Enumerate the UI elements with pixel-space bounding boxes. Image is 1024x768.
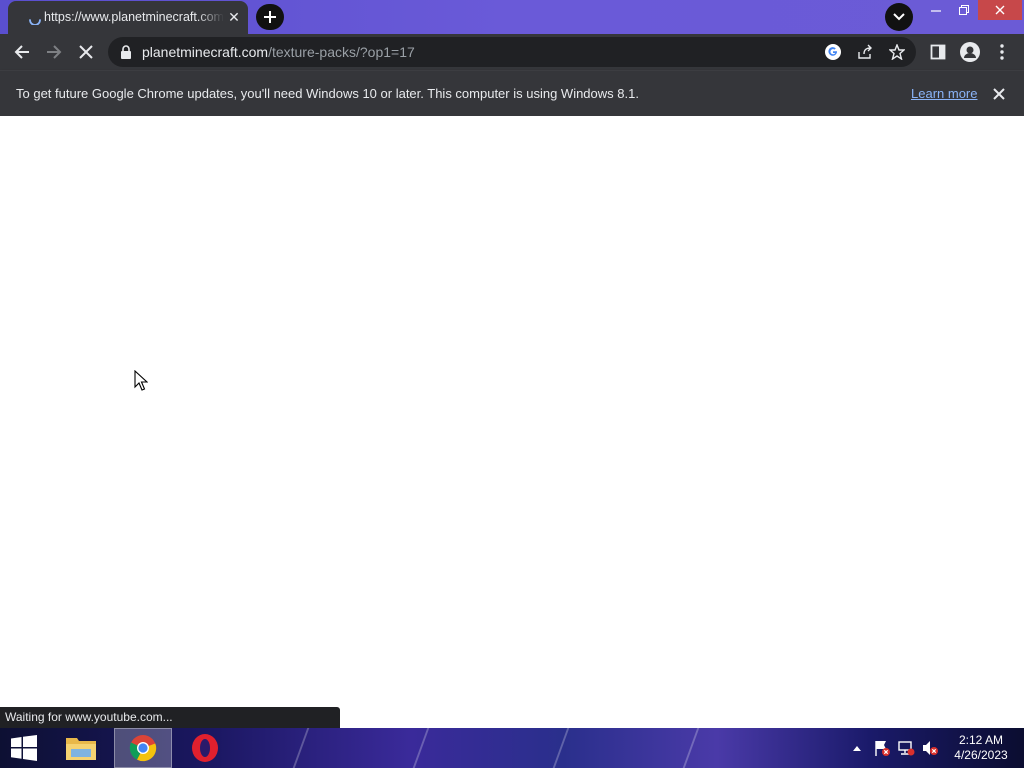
tab-strip: https://www.planetminecraft.com/texture-… <box>0 0 1024 34</box>
side-panel-button[interactable] <box>924 38 952 66</box>
page-content[interactable] <box>0 116 1024 728</box>
restore-button[interactable] <box>950 0 978 20</box>
loading-spinner-icon <box>29 19 41 25</box>
restore-icon <box>959 5 969 15</box>
chevron-up-icon <box>853 746 861 751</box>
opera-icon <box>192 734 218 762</box>
wallpaper-streak <box>292 728 310 768</box>
chevron-down-icon <box>893 13 905 21</box>
back-arrow-icon <box>14 45 29 59</box>
mouse-cursor-icon <box>134 370 148 391</box>
infobar-message: To get future Google Chrome updates, you… <box>16 86 639 101</box>
clock-date: 4/26/2023 <box>954 748 1008 762</box>
close-icon <box>995 5 1005 15</box>
stop-loading-icon <box>79 45 93 59</box>
tab-title: https://www.planetminecraft.com/texture-… <box>44 10 224 24</box>
status-bubble: Waiting for www.youtube.com... <box>0 707 340 728</box>
action-center-flag[interactable] <box>872 728 892 768</box>
wallpaper-streak <box>682 728 700 768</box>
share-icon <box>858 44 872 59</box>
google-icon <box>825 44 841 60</box>
learn-more-link[interactable]: Learn more <box>911 86 977 101</box>
stop-button[interactable] <box>72 38 100 66</box>
tab-search-button[interactable] <box>885 3 913 31</box>
bookmark-button[interactable] <box>886 41 908 63</box>
taskbar-opera[interactable] <box>176 728 234 768</box>
tab-close-icon[interactable]: ✕ <box>226 9 242 25</box>
active-tab[interactable]: https://www.planetminecraft.com/texture-… <box>8 1 248 34</box>
close-window-button[interactable] <box>978 0 1022 20</box>
taskbar-google-chrome[interactable] <box>114 728 172 768</box>
url-path: /texture-packs/?op1=17 <box>268 44 415 60</box>
menu-button[interactable] <box>988 38 1016 66</box>
update-infobar: To get future Google Chrome updates, you… <box>0 70 1024 116</box>
close-icon[interactable] <box>990 85 1008 103</box>
url-host: planetminecraft.com <box>142 44 269 60</box>
network-status[interactable] <box>896 728 916 768</box>
google-lens-button[interactable] <box>822 41 844 63</box>
wallpaper-streak <box>552 728 570 768</box>
show-hidden-icons-button[interactable] <box>850 728 864 768</box>
star-icon <box>889 44 905 60</box>
share-button[interactable] <box>854 41 876 63</box>
profile-button[interactable] <box>956 38 984 66</box>
forward-arrow-icon <box>47 45 62 59</box>
kebab-menu-icon <box>1000 44 1004 60</box>
minimize-icon <box>931 10 941 12</box>
taskbar-file-explorer[interactable] <box>52 728 110 768</box>
forward-button[interactable] <box>40 38 68 66</box>
new-tab-button[interactable] <box>256 4 284 30</box>
windows-logo-icon <box>11 735 37 761</box>
volume-control[interactable] <box>920 728 940 768</box>
browser-toolbar: planetminecraft.com/texture-packs/?op1=1… <box>0 34 1024 70</box>
back-button[interactable] <box>8 38 36 66</box>
network-disconnected-icon <box>898 741 915 756</box>
start-button[interactable] <box>0 728 48 768</box>
flag-warning-icon <box>875 741 890 756</box>
windows-taskbar: 2:12 AM 4/26/2023 <box>0 728 1024 768</box>
side-panel-icon <box>930 44 946 60</box>
avatar-icon <box>960 42 980 62</box>
plus-icon <box>264 11 276 23</box>
wallpaper-streak <box>412 728 430 768</box>
address-bar[interactable]: planetminecraft.com/texture-packs/?op1=1… <box>108 37 916 67</box>
minimize-button[interactable] <box>922 0 950 20</box>
chrome-icon <box>129 735 157 762</box>
lock-icon[interactable] <box>120 45 132 59</box>
speaker-muted-icon <box>923 741 938 755</box>
folder-icon <box>66 738 96 760</box>
system-clock[interactable]: 2:12 AM 4/26/2023 <box>948 733 1014 763</box>
clock-time: 2:12 AM <box>958 733 1004 747</box>
url-text[interactable]: planetminecraft.com/texture-packs/?op1=1… <box>142 44 415 60</box>
